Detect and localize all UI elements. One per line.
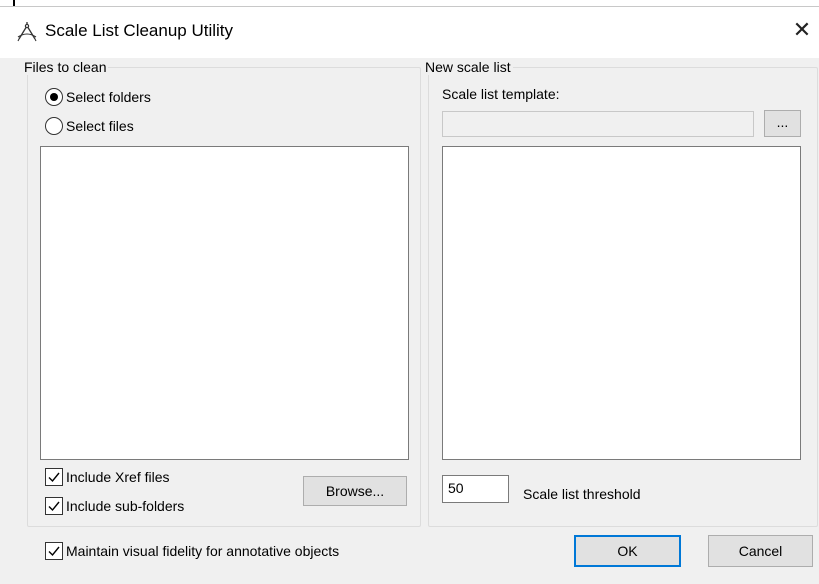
checkmark-icon — [48, 472, 60, 483]
scale-list-listbox[interactable] — [442, 146, 801, 460]
ok-button[interactable]: OK — [574, 535, 681, 567]
scale-list-threshold-input[interactable]: 50 — [442, 475, 509, 503]
checkmark-icon — [48, 501, 60, 512]
window-title: Scale List Cleanup Utility — [45, 21, 234, 40]
scale-list-template-label: Scale list template: — [442, 86, 560, 102]
files-listbox[interactable] — [40, 146, 409, 460]
drafting-compass-icon — [16, 20, 38, 42]
files-to-clean-legend: Files to clean — [24, 59, 107, 75]
top-edge-marker — [13, 0, 15, 6]
select-folders-radio[interactable]: Select folders — [45, 88, 151, 106]
scale-list-template-field[interactable] — [442, 111, 754, 137]
include-xref-checkbox[interactable]: Include Xref files — [45, 468, 170, 486]
radio-circle — [45, 117, 63, 135]
maintain-fidelity-checkbox[interactable]: Maintain visual fidelity for annotative … — [45, 542, 339, 560]
include-xref-label: Include Xref files — [66, 469, 170, 485]
dialog-window: Scale List Cleanup Utility ✕ Files to cl… — [0, 0, 819, 584]
title-bar: Scale List Cleanup Utility ✕ — [0, 0, 819, 58]
include-subfolders-label: Include sub-folders — [66, 498, 185, 514]
include-subfolders-checkbox[interactable]: Include sub-folders — [45, 497, 184, 515]
scale-list-threshold-label: Scale list threshold — [523, 486, 641, 502]
maintain-fidelity-label: Maintain visual fidelity for annotative … — [66, 543, 340, 559]
select-files-label: Select files — [66, 118, 134, 134]
radio-selected-dot — [50, 93, 58, 101]
select-files-radio[interactable]: Select files — [45, 117, 134, 135]
checkmark-icon — [48, 546, 60, 557]
cancel-button[interactable]: Cancel — [708, 535, 813, 567]
select-folders-label: Select folders — [66, 89, 151, 105]
checkbox-box — [45, 497, 63, 515]
new-scale-list-legend: New scale list — [425, 59, 511, 75]
checkbox-box — [45, 542, 63, 560]
radio-circle — [45, 88, 63, 106]
checkbox-box — [45, 468, 63, 486]
top-edge — [0, 0, 819, 7]
browse-button[interactable]: Browse... — [303, 476, 407, 506]
close-icon[interactable]: ✕ — [788, 16, 816, 44]
template-browse-ellipsis-button[interactable]: ... — [764, 110, 801, 137]
